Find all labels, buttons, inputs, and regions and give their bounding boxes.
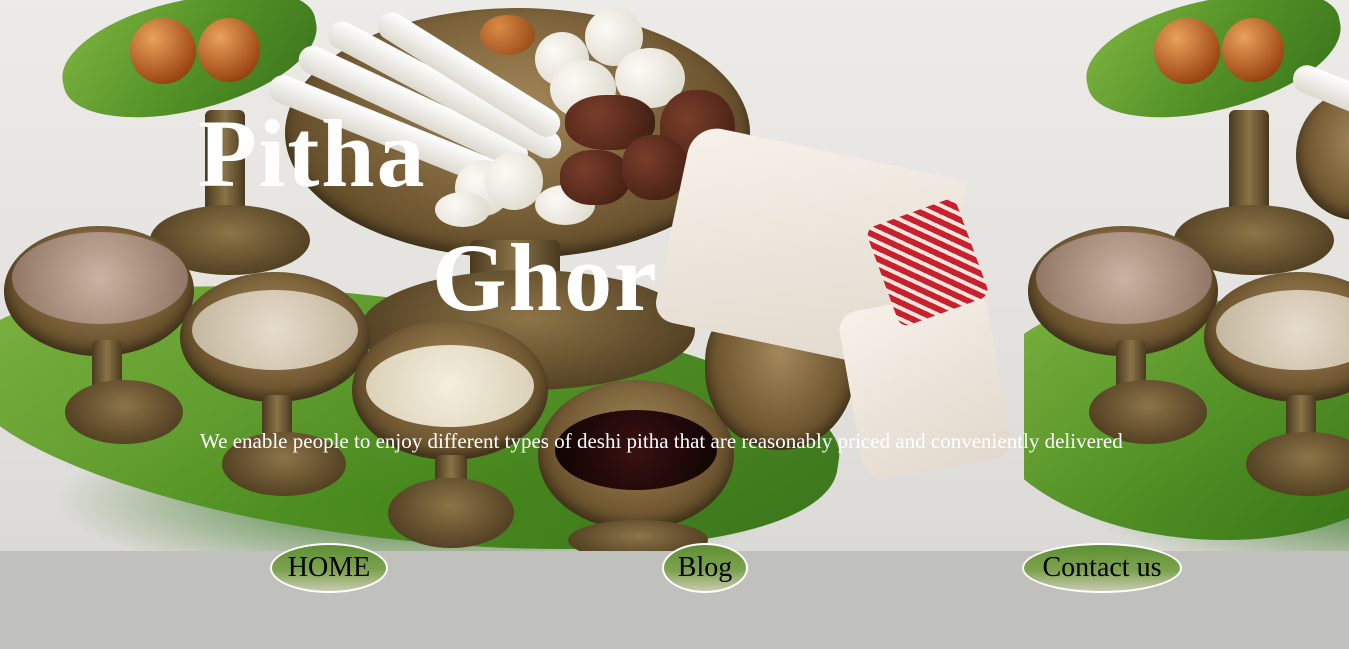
site-title-ghor: Ghor: [432, 224, 659, 331]
hero-section: Pitha Ghor We enable people to enjoy dif…: [0, 0, 1349, 551]
hero-tagline: We enable people to enjoy different type…: [200, 429, 1123, 453]
nav-home-button[interactable]: HOME: [270, 543, 388, 593]
nav-contact-button[interactable]: Contact us: [1022, 543, 1182, 593]
site-title-pitha: Pitha: [198, 100, 427, 207]
nav-blog-button[interactable]: Blog: [662, 543, 748, 593]
hero-background-image-repeat: [1024, 0, 1349, 551]
